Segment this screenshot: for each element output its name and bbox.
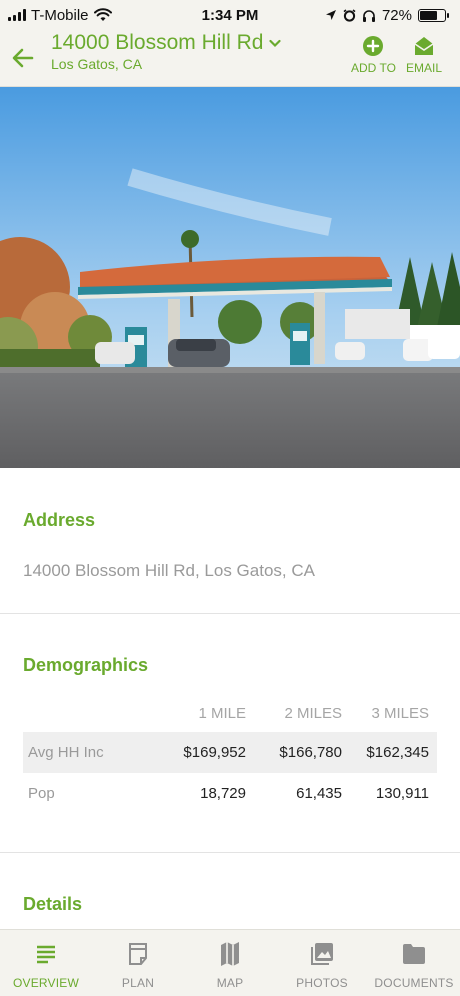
tab-documents[interactable]: DOCUMENTS (368, 930, 460, 996)
chevron-down-icon (269, 39, 282, 47)
tab-map[interactable]: MAP (184, 930, 276, 996)
tab-plan[interactable]: PLAN (92, 930, 184, 996)
table-cell: $162,345 (366, 744, 429, 761)
plan-icon (129, 943, 147, 965)
address-value: 14000 Blossom Hill Rd, Los Gatos, CA (23, 561, 315, 580)
divider (0, 613, 460, 614)
tab-documents-label: DOCUMENTS (374, 976, 454, 990)
demographics-table: 1 MILE 2 MILES 3 MILES Avg HH Inc $169,9… (23, 698, 437, 814)
status-left: T-Mobile (8, 7, 112, 24)
table-cell: 130,911 (375, 785, 429, 802)
list-icon (37, 945, 55, 964)
row-label: Avg HH Inc (28, 744, 104, 761)
column-header-3-miles: 3 MILES (371, 704, 429, 722)
location-subtitle: Los Gatos, CA (51, 56, 143, 72)
location-photo[interactable] (0, 87, 460, 468)
wifi-icon (93, 8, 112, 21)
tab-overview[interactable]: OVERVIEW (0, 930, 92, 996)
status-time: 1:34 PM (201, 6, 259, 24)
gas-station-photo (0, 87, 460, 468)
envelope-open-icon (414, 37, 434, 55)
add-to-button[interactable]: ADD TO (351, 35, 396, 75)
table-cell: 18,729 (200, 785, 246, 802)
status-right: 72% (325, 6, 449, 24)
tab-overview-label: OVERVIEW (12, 976, 80, 990)
row-label: Pop (28, 785, 55, 802)
demographics-heading: Demographics (23, 655, 149, 675)
battery-icon (418, 8, 449, 22)
demographics-header-row: 1 MILE 2 MILES 3 MILES (23, 698, 437, 728)
battery-percent: 72% (381, 6, 412, 24)
signal-icon (8, 9, 26, 21)
status-bar: T-Mobile 1:34 PM 72% (0, 0, 460, 30)
carrier-label: T-Mobile (31, 6, 89, 24)
tab-photos-label: PHOTOS (296, 976, 348, 990)
email-button[interactable]: EMAIL (406, 35, 442, 75)
title-block[interactable]: 14000 Blossom Hill Rd Los Gatos, CA (51, 30, 282, 72)
tab-plan-label: PLAN (121, 976, 155, 990)
location-header: 14000 Blossom Hill Rd Los Gatos, CA ADD … (0, 30, 460, 87)
photos-icon (311, 943, 333, 965)
headphones-icon (362, 9, 375, 22)
table-row: Avg HH Inc $169,952 $166,780 $162,345 (23, 732, 437, 773)
email-label: EMAIL (406, 61, 443, 75)
folder-icon (403, 944, 425, 964)
table-cell: $169,952 (183, 744, 246, 761)
divider (0, 852, 460, 853)
map-icon (221, 942, 239, 966)
battery-fill (420, 10, 438, 20)
table-cell: 61,435 (296, 785, 342, 802)
address-heading: Address (23, 510, 96, 530)
tab-map-label: MAP (216, 976, 244, 990)
bottom-tab-bar: OVERVIEW PLAN MAP PHOTOS DOCUMENTS (0, 929, 460, 996)
plus-circle-icon (363, 36, 384, 56)
alarm-icon (343, 8, 356, 22)
location-arrow-icon (325, 10, 336, 20)
details-heading: Details (23, 894, 83, 914)
table-cell: $166,780 (279, 744, 342, 761)
table-row: Pop 18,729 61,435 130,911 (23, 773, 437, 814)
location-title[interactable]: 14000 Blossom Hill Rd (51, 31, 282, 55)
back-arrow-icon[interactable] (10, 45, 36, 71)
column-header-1-mile: 1 MILE (198, 704, 246, 722)
add-to-label: ADD TO (351, 61, 396, 75)
column-header-2-miles: 2 MILES (284, 704, 342, 722)
location-title-text: 14000 Blossom Hill Rd (51, 31, 264, 54)
tab-photos[interactable]: PHOTOS (276, 930, 368, 996)
